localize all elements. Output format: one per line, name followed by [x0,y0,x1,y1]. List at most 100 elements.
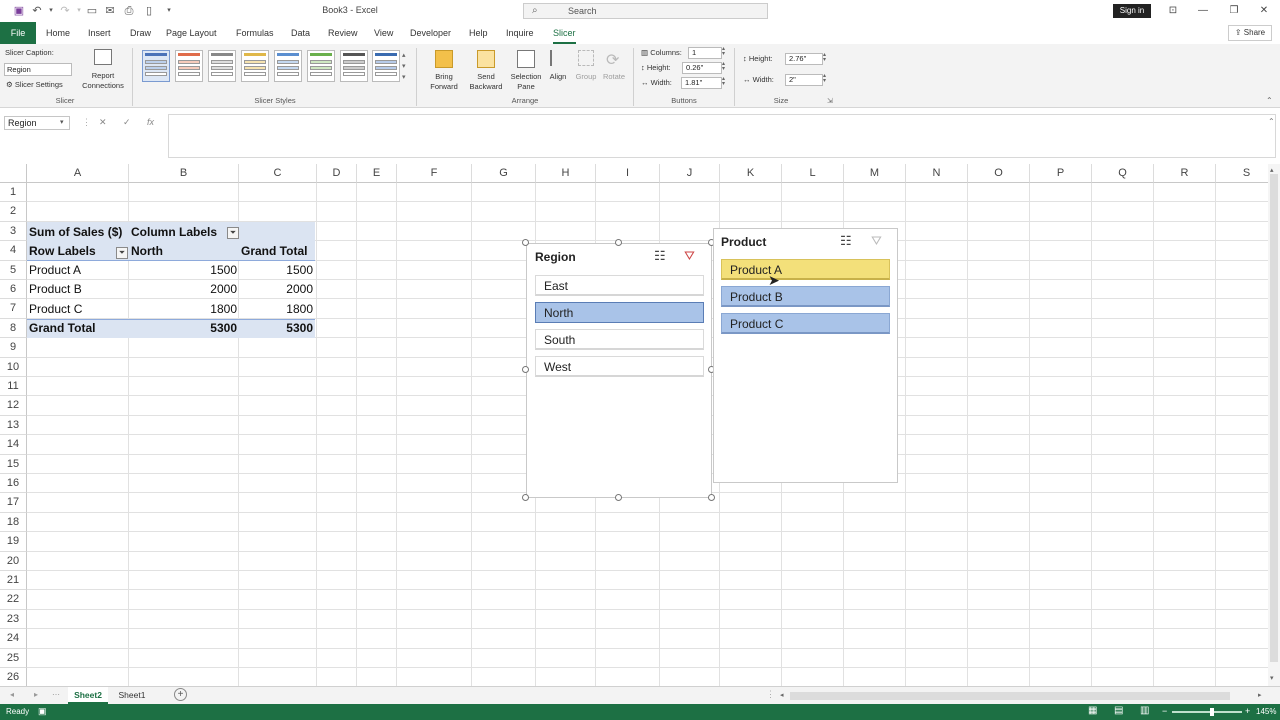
row-header[interactable]: 19 [0,532,27,552]
row-header[interactable]: 6 [0,280,27,300]
column-header[interactable]: A [27,164,129,183]
column-header[interactable]: K [720,164,782,183]
column-header[interactable]: F [397,164,472,183]
button-width-spinner-icon[interactable]: ▴ ▾ [722,76,725,87]
pivot-grand-total-label[interactable]: Grand Total [29,321,95,335]
resize-handle[interactable] [615,494,622,501]
region-slicer-item[interactable]: West [535,356,704,377]
region-slicer[interactable]: Region ☷ ⛛ East North South West [526,243,712,498]
slicer-style-2[interactable] [175,50,203,82]
cancel-icon[interactable]: ✕ [99,117,107,128]
button-height-input[interactable]: 0.26" [682,62,722,74]
macro-record-icon[interactable]: ▣ [38,706,47,717]
tab-file[interactable]: File [0,22,36,44]
column-header[interactable]: J [660,164,720,183]
product-slicer-item[interactable]: Product B [721,286,890,307]
row-header[interactable]: 1 [0,183,27,203]
slicer-style-1[interactable] [142,50,170,82]
column-header[interactable]: H [536,164,596,183]
pivot-grand-total-value[interactable]: 5300 [240,321,313,335]
report-connections-button[interactable]: Report Connections [80,46,126,94]
region-slicer-item-selected[interactable]: North [535,302,704,323]
row-header[interactable]: 25 [0,648,27,668]
align-button[interactable]: Align [544,46,572,94]
clear-filter-icon[interactable]: ⛛ [684,248,695,264]
region-slicer-item[interactable]: East [535,275,704,296]
horizontal-scroll-thumb[interactable] [790,692,1230,700]
resize-handle[interactable] [522,494,529,501]
pivot-total-value[interactable]: 2000 [240,282,313,296]
zoom-slider[interactable] [1172,708,1242,716]
redo-dropdown-icon[interactable]: ▾ [72,4,86,18]
minimize-icon[interactable]: — [1195,4,1211,18]
pivot-sum-label[interactable]: Sum of Sales ($) [29,225,122,239]
size-dialog-launcher-icon[interactable]: ⇲ [827,97,833,105]
row-header[interactable]: 12 [0,396,27,416]
slicer-style-6[interactable] [307,50,335,82]
pivot-north-value[interactable]: 1800 [130,302,237,316]
row-header[interactable]: 2 [0,202,27,222]
multi-select-icon[interactable]: ☷ [840,233,852,249]
row-header[interactable]: 18 [0,512,27,533]
search-box[interactable]: ⌕ Search [523,3,768,19]
pivot-total-value[interactable]: 1500 [240,263,313,277]
row-header[interactable]: 5 [0,260,27,280]
save-icon[interactable]: ▣ [12,4,26,18]
row-header[interactable]: 14 [0,435,27,455]
redo-icon[interactable]: ↷ [58,4,72,18]
pivot-row-label[interactable]: Product A [29,263,81,277]
pivot-column-labels[interactable]: Column Labels [131,225,217,239]
row-header[interactable]: 11 [0,377,27,397]
share-button[interactable]: ⇪ Share [1228,25,1272,41]
product-slicer[interactable]: Product ☷ ⛛ Product A Product B Product … [713,228,898,483]
columns-spinner-icon[interactable]: ▴ ▾ [722,46,725,57]
scroll-up-icon[interactable]: ▴ [1270,166,1274,174]
column-header[interactable]: D [317,164,357,183]
slicer-style-8[interactable] [372,50,400,82]
normal-view-icon[interactable]: ▦ [1088,705,1097,716]
undo-dropdown-icon[interactable]: ▾ [44,4,58,18]
column-header[interactable]: L [782,164,844,183]
row-header[interactable]: 3 [0,221,27,242]
expand-formula-bar-icon[interactable]: ⌃ [1268,117,1275,126]
worksheet-grid[interactable]: ABCDEFGHIJKLMNOPQRS 1 2 3 4 5 6 7 8 9 10 11 12 13 14 1… [0,164,1268,686]
styles-scroll-icon[interactable]: ▴ ▾ ▾ [402,50,406,83]
scroll-down-icon[interactable]: ▾ [1270,674,1274,682]
column-header[interactable]: O [968,164,1030,183]
column-header[interactable]: N [906,164,968,183]
tab-home[interactable]: Home [46,22,70,44]
row-header[interactable]: 9 [0,338,27,358]
column-header[interactable]: I [596,164,660,183]
insert-function-icon[interactable]: fx [147,117,154,127]
column-header[interactable]: E [357,164,397,183]
tab-developer[interactable]: Developer [410,22,451,44]
columns-input[interactable]: 1 [688,47,722,59]
resize-handle[interactable] [615,239,622,246]
vertical-scrollbar[interactable]: ▴ ▾ [1268,164,1280,686]
page-layout-view-icon[interactable]: ▤ [1114,705,1123,716]
add-sheet-icon[interactable]: + [174,688,187,701]
tab-slicer[interactable]: Slicer [553,22,576,44]
row-labels-filter-icon[interactable]: ⏷ [116,247,128,259]
row-header[interactable]: 17 [0,493,27,513]
slicer-caption-input[interactable]: Region [4,63,72,76]
pivot-grand-total-north[interactable]: 5300 [130,321,237,335]
size-width-spinner-icon[interactable]: ▴ ▾ [823,73,826,84]
column-header[interactable]: R [1154,164,1216,183]
pivot-row-labels[interactable]: Row Labels [29,244,96,258]
print-preview-icon[interactable]: ⎙ [122,4,136,18]
size-height-spinner-icon[interactable]: ▴ ▾ [823,52,826,63]
tab-view[interactable]: View [374,22,393,44]
column-header[interactable]: P [1030,164,1092,183]
slicer-style-4[interactable] [241,50,269,82]
column-header[interactable]: Q [1092,164,1154,183]
column-labels-filter-icon[interactable]: ⏷ [227,227,239,239]
button-width-input[interactable]: 1.81" [681,77,722,89]
tab-draw[interactable]: Draw [130,22,151,44]
size-width-input[interactable]: 2" [785,74,823,86]
tab-formulas[interactable]: Formulas [236,22,274,44]
pivot-grand-total-header[interactable]: Grand Total [241,244,307,258]
zoom-slider-thumb[interactable] [1210,708,1214,716]
pivot-row-label[interactable]: Product C [29,302,82,316]
row-header[interactable]: 10 [0,357,27,377]
